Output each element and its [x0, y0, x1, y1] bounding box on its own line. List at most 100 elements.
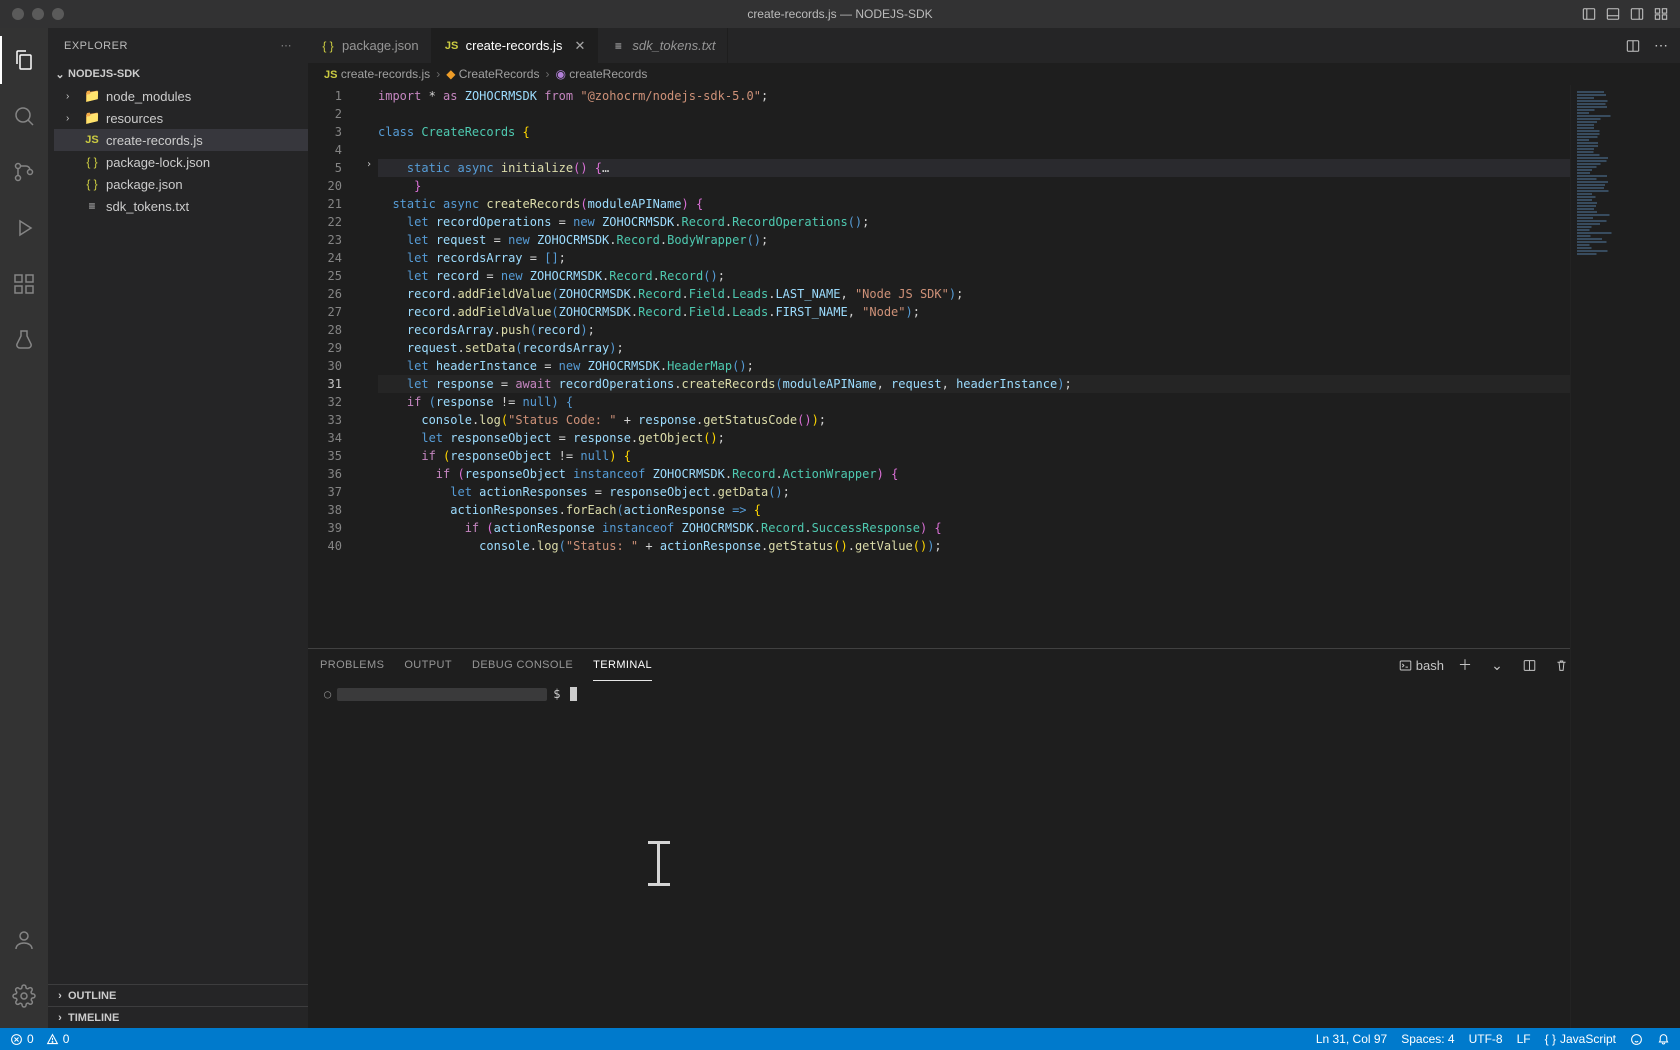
project-name: NODEJS-SDK	[68, 68, 140, 80]
file-label: create-records.js	[106, 133, 203, 148]
titlebar-actions	[1578, 3, 1672, 25]
breadcrumb-separator-icon: ›	[436, 67, 440, 81]
json-file-icon: { }	[84, 155, 100, 169]
status-errors[interactable]: 0	[10, 1032, 34, 1046]
breadcrumb-item[interactable]: JS create-records.js	[324, 67, 430, 81]
file-item[interactable]: ≡ sdk_tokens.txt	[54, 195, 308, 217]
breadcrumb-label: createRecords	[569, 67, 647, 81]
outline-section[interactable]: › OUTLINE	[48, 984, 308, 1006]
maximize-window-button[interactable]	[52, 8, 64, 20]
activity-bar	[0, 28, 48, 1028]
fold-column: ›	[362, 85, 378, 648]
split-terminal-icon[interactable]	[1518, 654, 1540, 676]
project-header[interactable]: ⌄ NODEJS-SDK	[48, 63, 308, 85]
panel-tab[interactable]: DEBUG CONSOLE	[472, 649, 573, 681]
editor-tab[interactable]: JS create-records.js ✕	[432, 28, 599, 63]
file-label: node_modules	[106, 89, 191, 104]
chevron-down-icon: ⌄	[52, 68, 68, 81]
file-label: package-lock.json	[106, 155, 210, 170]
terminal-body[interactable]: ○ $	[308, 681, 1680, 1028]
prompt-bullet-icon: ○	[324, 687, 331, 701]
breadcrumb-label: CreateRecords	[459, 67, 540, 81]
tab-label: create-records.js	[466, 38, 563, 53]
status-encoding[interactable]: UTF-8	[1469, 1032, 1503, 1046]
text-file-icon: ≡	[84, 199, 100, 213]
breadcrumb-item[interactable]: ◉ createRecords	[555, 67, 647, 81]
js-file-icon: JS	[324, 69, 337, 81]
status-feedback-icon[interactable]	[1630, 1033, 1643, 1046]
editor-tab-actions: ⋯	[1622, 28, 1680, 63]
outline-label: OUTLINE	[68, 990, 116, 1002]
sidebar-more-icon[interactable]: ⋯	[281, 39, 293, 52]
panel-tab[interactable]: OUTPUT	[404, 649, 452, 681]
layout-primary-icon[interactable]	[1578, 3, 1600, 25]
json-file-icon: { }	[84, 177, 100, 191]
window-controls	[0, 8, 64, 20]
file-item[interactable]: ›📁node_modules	[54, 85, 308, 107]
file-item[interactable]: { } package-lock.json	[54, 151, 308, 173]
status-cursor-position[interactable]: Ln 31, Col 97	[1316, 1032, 1387, 1046]
source-control-activity-icon[interactable]	[0, 148, 48, 196]
js-file-icon: JS	[444, 40, 460, 52]
close-window-button[interactable]	[12, 8, 24, 20]
file-item[interactable]: JS create-records.js	[54, 129, 308, 151]
terminal-hostname-redacted	[337, 688, 547, 701]
timeline-label: TIMELINE	[68, 1012, 119, 1024]
json-file-icon: { }	[320, 39, 336, 53]
editor-tab[interactable]: { } package.json	[308, 28, 432, 63]
status-language[interactable]: { } JavaScript	[1545, 1032, 1616, 1046]
terminal-dropdown-icon[interactable]: ⌄	[1486, 654, 1508, 676]
folder-icon: 📁	[84, 88, 100, 104]
chevron-right-icon: ›	[52, 1012, 68, 1024]
js-file-icon: JS	[84, 134, 100, 146]
breadcrumb-separator-icon: ›	[545, 67, 549, 81]
status-notifications-icon[interactable]	[1657, 1033, 1670, 1046]
file-item[interactable]: ›📁resources	[54, 107, 308, 129]
editor-body[interactable]: 1234520212223242526272829303132333435363…	[308, 85, 1680, 648]
status-eol[interactable]: LF	[1517, 1032, 1531, 1046]
method-icon: ◉	[555, 67, 565, 81]
run-debug-activity-icon[interactable]	[0, 204, 48, 252]
layout-panel-icon[interactable]	[1602, 3, 1624, 25]
status-indentation[interactable]: Spaces: 4	[1401, 1032, 1454, 1046]
panel-tab[interactable]: PROBLEMS	[320, 649, 384, 681]
tab-label: package.json	[342, 38, 419, 53]
error-count: 0	[27, 1032, 34, 1046]
customize-layout-icon[interactable]	[1650, 3, 1672, 25]
minimize-window-button[interactable]	[32, 8, 44, 20]
sidebar: EXPLORER ⋯ ⌄ NODEJS-SDK › 📁 node_modules ›📁…	[48, 28, 308, 1028]
explorer-activity-icon[interactable]	[0, 36, 48, 84]
titlebar: create-records.js — NODEJS-SDK	[0, 0, 1680, 28]
text-file-icon: ≡	[610, 39, 626, 53]
testing-activity-icon[interactable]	[0, 316, 48, 364]
new-terminal-icon[interactable]: ＋	[1454, 654, 1476, 676]
terminal-shell-label: bash	[1416, 658, 1444, 673]
breadcrumbs[interactable]: JS create-records.js › ◆ CreateRecords › ◉ c…	[308, 63, 1680, 85]
extensions-activity-icon[interactable]	[0, 260, 48, 308]
timeline-section[interactable]: › TIMELINE	[48, 1006, 308, 1028]
class-icon: ◆	[446, 67, 455, 81]
terminal-prompt-line: ○ $	[324, 687, 1664, 701]
file-item[interactable]: { }package.json	[54, 173, 308, 195]
terminal-prompt-symbol: $	[553, 687, 560, 701]
terminal-profile[interactable]: bash	[1399, 658, 1444, 673]
status-warnings[interactable]: 0	[46, 1032, 70, 1046]
terminal-cursor	[570, 687, 577, 701]
file-label: sdk_tokens.txt	[106, 199, 189, 214]
minimap[interactable]	[1570, 85, 1680, 1028]
accounts-activity-icon[interactable]	[0, 916, 48, 964]
fold-marker-icon[interactable]: ›	[362, 159, 376, 170]
panel-tab[interactable]: TERMINAL	[593, 649, 652, 681]
search-activity-icon[interactable]	[0, 92, 48, 140]
kill-terminal-icon[interactable]	[1550, 654, 1572, 676]
close-tab-icon[interactable]: ✕	[574, 38, 585, 54]
code-content[interactable]: import * as ZOHOCRMSDK from "@zohocrm/no…	[378, 85, 1680, 648]
split-editor-icon[interactable]	[1622, 35, 1644, 57]
more-editor-actions-icon[interactable]: ⋯	[1650, 35, 1672, 57]
breadcrumb-item[interactable]: ◆ CreateRecords	[446, 67, 539, 81]
settings-activity-icon[interactable]	[0, 972, 48, 1020]
bottom-panel: PROBLEMS OUTPUT DEBUG CONSOLE TERMINAL bash…	[308, 648, 1680, 1028]
sidebar-title: EXPLORER	[64, 40, 128, 52]
layout-secondary-icon[interactable]	[1626, 3, 1648, 25]
editor-tab[interactable]: ≡sdk_tokens.txt	[598, 28, 728, 63]
